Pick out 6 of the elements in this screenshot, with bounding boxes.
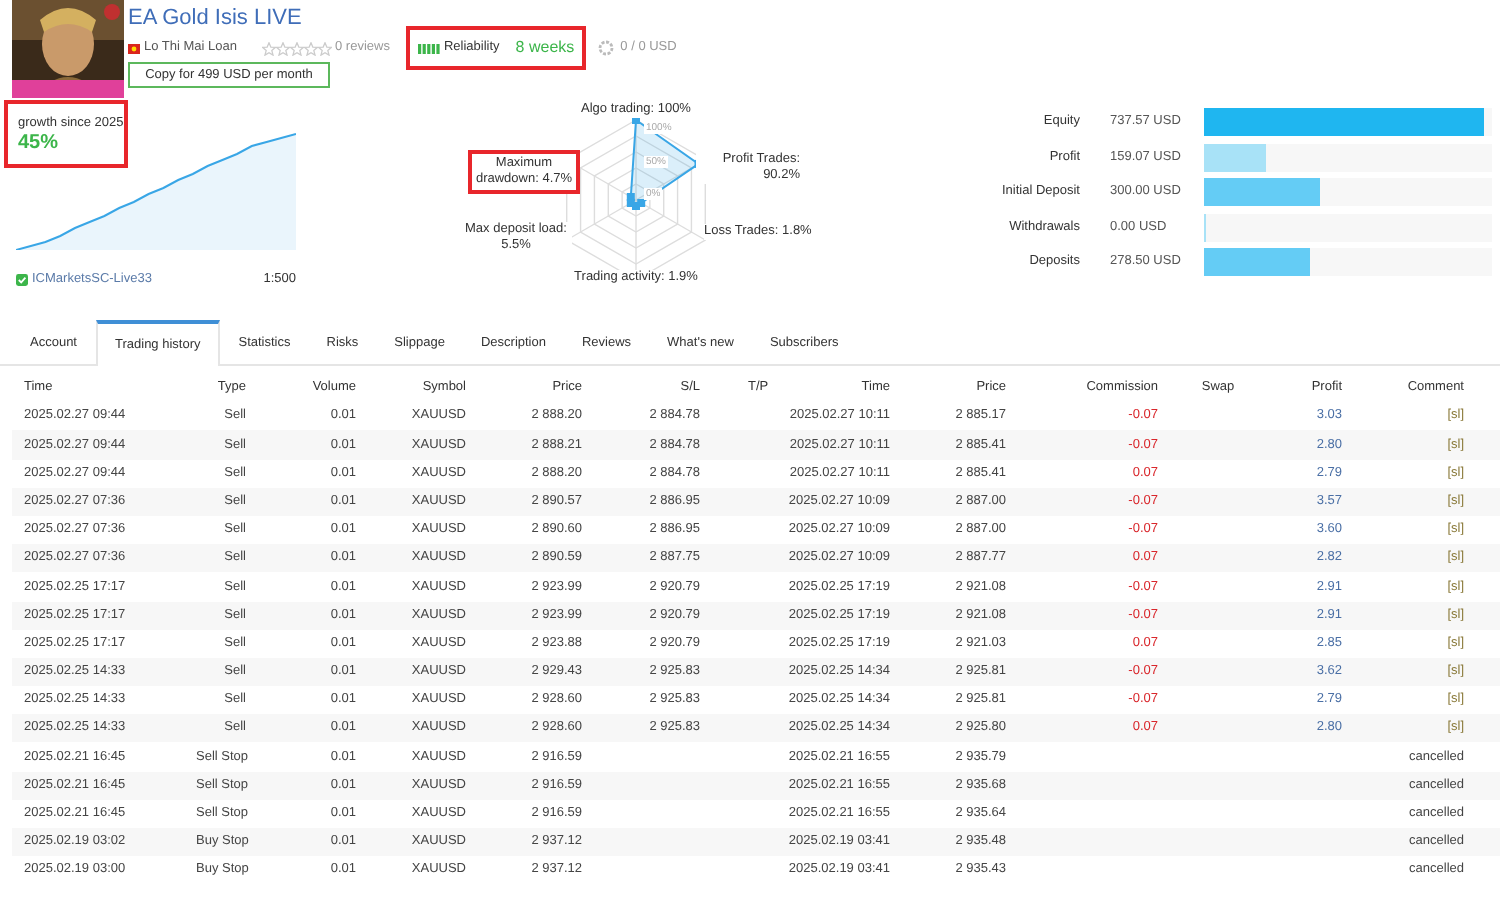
flag-icon [128,43,140,53]
growth-value: 45% [18,132,61,156]
reliability-bars-icon [417,43,440,53]
profile-title[interactable]: EA Gold Isis LIVE [128,6,677,32]
weeks-count: 8 weeks [515,36,575,60]
verified-check-icon [16,273,28,286]
